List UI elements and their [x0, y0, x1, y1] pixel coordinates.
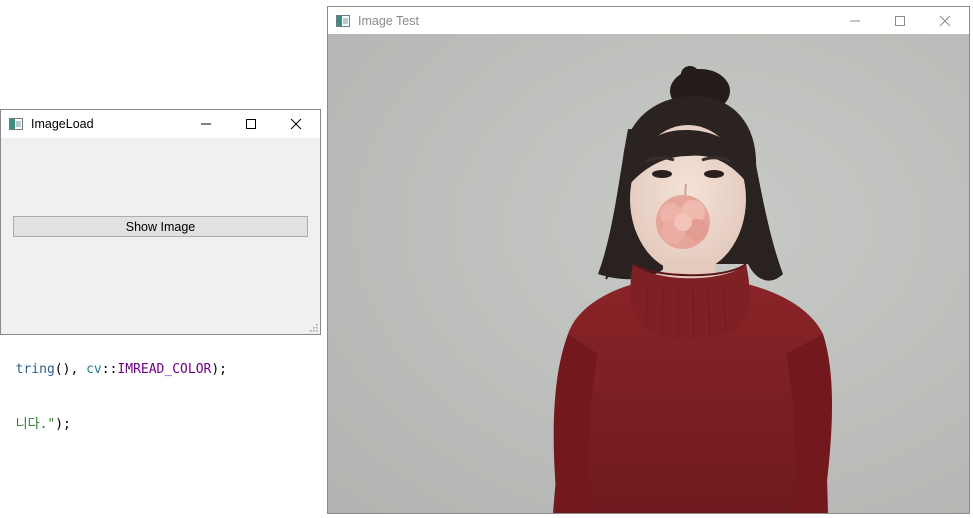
close-button[interactable]: [922, 7, 967, 35]
code-token: IMREAD_COLOR: [117, 362, 212, 377]
code-token: (),: [54, 362, 87, 377]
code-line-imread: tring(), cv::IMREAD_COLOR);: [0, 347, 227, 377]
imagetest-window: Image Test: [327, 6, 970, 514]
displayed-photo: [328, 34, 969, 513]
show-image-button[interactable]: Show Image: [13, 216, 308, 237]
code-token: );: [55, 417, 71, 432]
maximize-icon: [894, 16, 905, 26]
minimize-icon: [200, 123, 211, 125]
close-icon: [939, 15, 950, 27]
app-icon: [9, 118, 23, 130]
minimize-icon: [849, 20, 860, 22]
code-token: 니다.": [15, 417, 56, 432]
code-token: cv: [86, 362, 102, 377]
maximize-icon: [245, 119, 256, 129]
imageload-titlebar[interactable]: ImageLoad: [1, 110, 320, 138]
code-token: ::: [101, 362, 118, 377]
code-line-message: 니다.");: [0, 398, 71, 432]
imagetest-titlebar[interactable]: Image Test: [328, 7, 969, 35]
imageload-window: ImageLoad Show Image: [0, 109, 321, 335]
portrait-illustration: [328, 34, 969, 513]
close-button[interactable]: [273, 110, 318, 138]
window-title: ImageLoad: [31, 117, 94, 131]
maximize-button[interactable]: [877, 7, 922, 35]
app-icon: [336, 15, 350, 27]
window-title: Image Test: [358, 14, 419, 28]
minimize-button[interactable]: [183, 110, 228, 138]
resize-grip-icon[interactable]: [310, 324, 318, 332]
maximize-button[interactable]: [228, 110, 273, 138]
code-token: tring: [15, 362, 55, 377]
minimize-button[interactable]: [832, 7, 877, 35]
code-token: );: [211, 362, 227, 377]
close-icon: [290, 118, 301, 130]
